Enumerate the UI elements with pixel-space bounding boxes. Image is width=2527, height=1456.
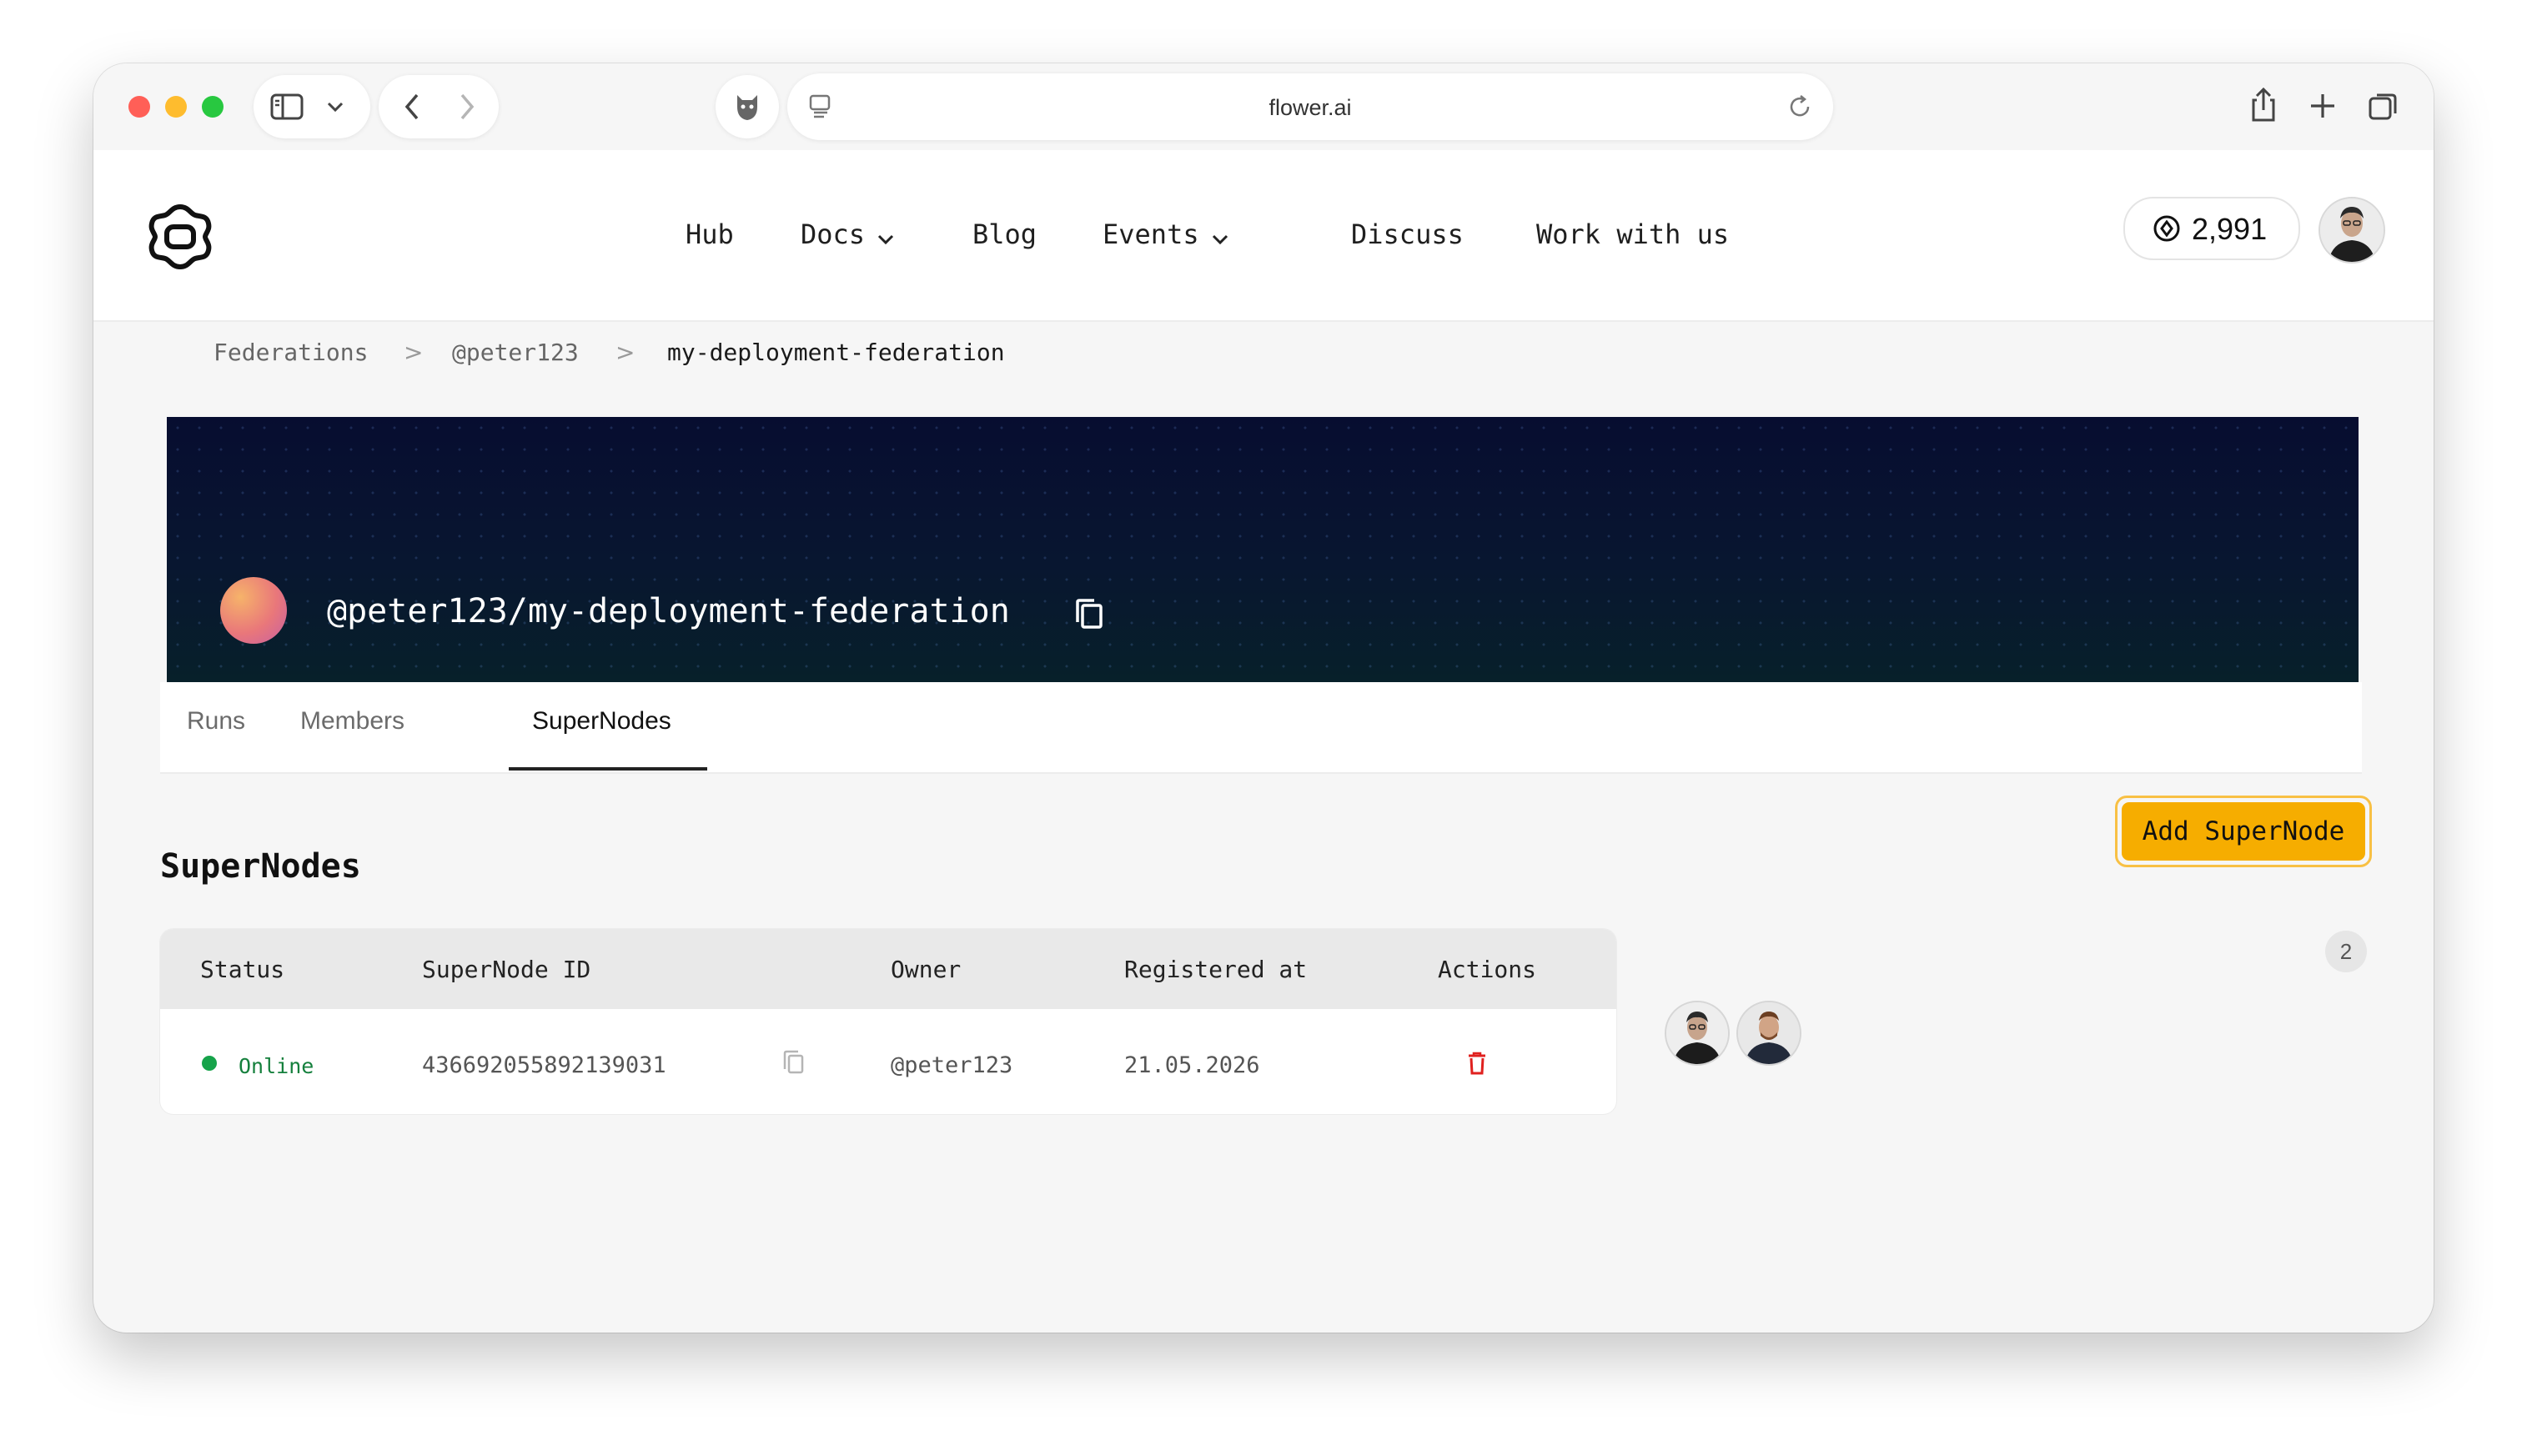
nav-docs[interactable]: Docs [801, 218, 895, 252]
registered-at: 21.05.2026 [1124, 1052, 1260, 1078]
breadcrumb-federations[interactable]: Federations [214, 339, 368, 366]
federation-tabs: Runs Members SuperNodes [160, 682, 2362, 774]
credits-badge[interactable]: 2,991 [2123, 197, 2300, 260]
column-header-owner: Owner [891, 956, 962, 983]
zoom-window-button[interactable] [202, 96, 224, 118]
add-supernode-label: Add SuperNode [2122, 802, 2365, 861]
table-header: Status SuperNode ID Owner Registered at … [160, 929, 1616, 1009]
tab-supernodes[interactable]: SuperNodes [532, 707, 671, 736]
nav-hub-label: Hub [686, 218, 734, 250]
sidebar-icon[interactable] [270, 93, 304, 123]
browser-window: flower.ai Hub Docs Blog Events Discuss W… [93, 63, 2434, 1333]
supernode-id: 436692055892139031 [422, 1052, 666, 1078]
status-text: Online [239, 1054, 314, 1078]
flower-logo-icon[interactable] [145, 202, 215, 275]
trash-icon[interactable] [1466, 1051, 1488, 1079]
tab-runs[interactable]: Runs [187, 707, 245, 736]
chevron-down-icon[interactable] [325, 100, 345, 117]
nav-events[interactable]: Events [1103, 218, 1229, 252]
federation-title: @peter123/my-deployment-federation [327, 592, 1010, 630]
sidebar-toggle-group [254, 75, 370, 138]
federation-avatar [220, 577, 287, 644]
credits-icon [2152, 213, 2182, 247]
nav-events-label: Events [1103, 218, 1199, 250]
active-tab-indicator [509, 767, 707, 771]
column-header-actions: Actions [1438, 956, 1537, 983]
column-header-status: Status [200, 956, 285, 983]
copy-icon[interactable] [782, 1049, 806, 1079]
owner: @peter123 [891, 1052, 1013, 1078]
close-window-button[interactable] [128, 96, 150, 118]
nav-docs-label: Docs [801, 218, 866, 250]
nav-discuss[interactable]: Discuss [1351, 218, 1464, 250]
forward-icon[interactable] [454, 92, 479, 125]
breadcrumb-separator: > [404, 339, 424, 366]
section-title: SuperNodes [160, 847, 361, 886]
tab-members[interactable]: Members [300, 707, 404, 736]
extension-icon [731, 90, 764, 127]
breadcrumb-user[interactable]: @peter123 [452, 339, 579, 366]
browser-toolbar: flower.ai [93, 63, 2434, 150]
extension-button[interactable] [716, 75, 779, 138]
column-header-registered: Registered at [1124, 956, 1308, 983]
copy-icon[interactable] [1074, 597, 1104, 634]
reload-icon[interactable] [1786, 93, 1813, 123]
federation-banner: @peter123/my-deployment-federation [167, 417, 2359, 682]
nav-work-with-us[interactable]: Work with us [1536, 218, 1729, 250]
chevron-down-icon [1211, 220, 1229, 252]
supernodes-table: Status SuperNode ID Owner Registered at … [160, 929, 1616, 1114]
member-count-badge: 2 [2325, 931, 2367, 972]
new-tab-icon[interactable] [2308, 92, 2337, 123]
tab-overview-icon[interactable] [2367, 90, 2400, 127]
breadcrumb-current: my-deployment-federation [667, 339, 1005, 366]
nav-discuss-label: Discuss [1351, 218, 1464, 250]
address-bar[interactable]: flower.ai [787, 73, 1833, 140]
add-supernode-button[interactable]: Add SuperNode [2115, 796, 2372, 867]
user-avatar[interactable] [2319, 197, 2385, 264]
member-avatar[interactable] [1665, 1001, 1730, 1066]
chevron-down-icon [877, 220, 895, 252]
member-avatar[interactable] [1736, 1001, 1801, 1066]
nav-blog[interactable]: Blog [972, 218, 1037, 250]
banner-dot-pattern [167, 417, 2359, 682]
site-header: Hub Docs Blog Events Discuss Work with u… [93, 150, 2434, 322]
share-icon[interactable] [2248, 87, 2278, 127]
url-text: flower.ai [1269, 95, 1352, 120]
history-nav-group [379, 75, 499, 138]
back-icon[interactable] [400, 92, 425, 125]
status-online-dot [202, 1056, 217, 1071]
column-header-id: SuperNode ID [422, 956, 591, 983]
nav-work-with-us-label: Work with us [1536, 218, 1730, 250]
credits-value: 2,991 [2192, 212, 2268, 246]
nav-blog-label: Blog [972, 218, 1037, 250]
minimize-window-button[interactable] [165, 96, 187, 118]
breadcrumb-separator: > [615, 339, 636, 366]
nav-hub[interactable]: Hub [686, 218, 734, 250]
